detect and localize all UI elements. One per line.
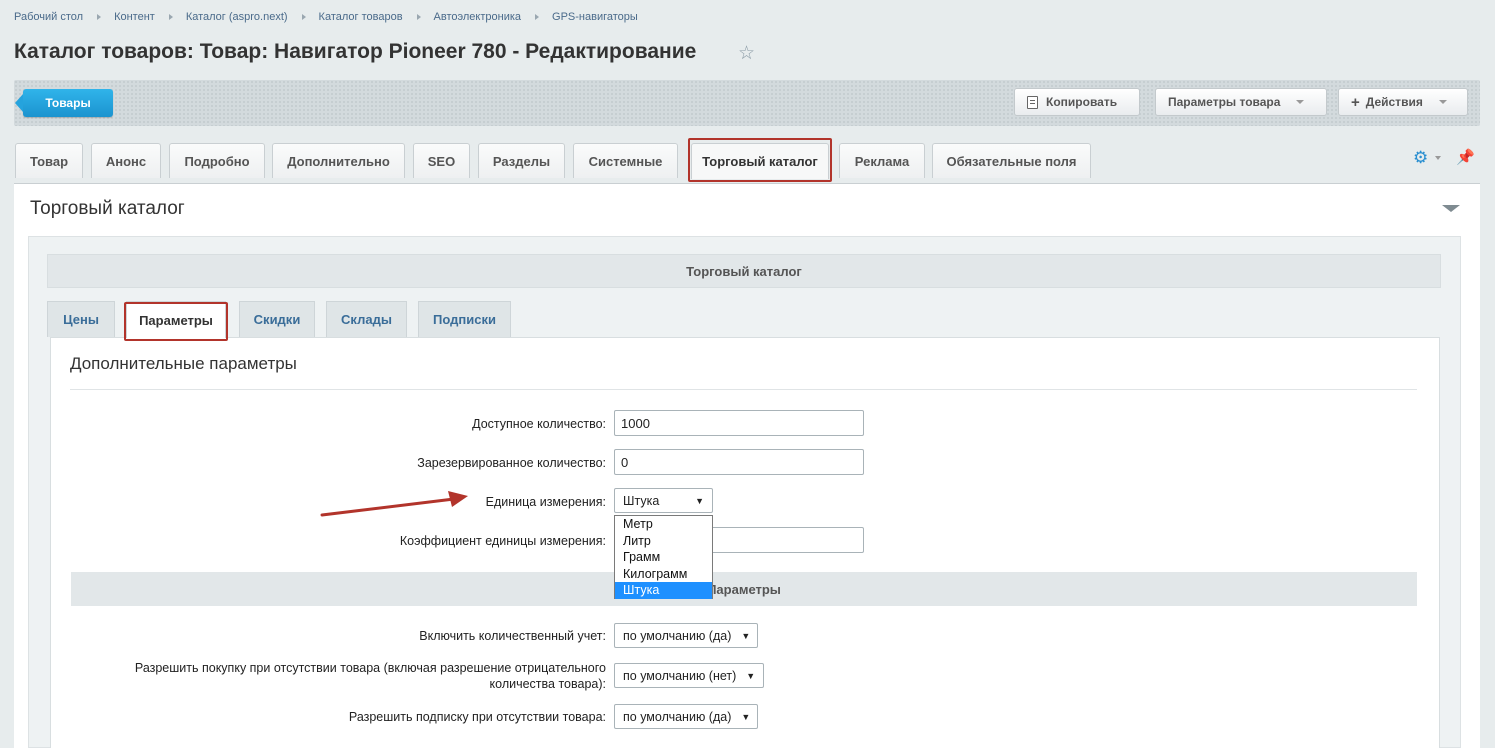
tab-announce[interactable]: Анонс — [91, 143, 161, 178]
breadcrumb-item[interactable]: Автоэлектроника — [434, 11, 521, 23]
unit-label: Единица измерения: — [485, 495, 606, 509]
annotation-arrow-icon — [320, 491, 468, 517]
chevron-down-icon — [1296, 100, 1305, 104]
panel-header: Торговый каталог — [47, 254, 1441, 288]
dropdown-arrow-icon: ▼ — [695, 495, 704, 506]
breadcrumb-item[interactable]: Каталог (aspro.next) — [186, 11, 288, 23]
actions-button[interactable]: + Действия — [1338, 88, 1468, 116]
dropdown-arrow-icon: ▼ — [741, 711, 751, 722]
subscribe-value: по умолчанию (да) — [623, 709, 732, 724]
subtab-stores[interactable]: Склады — [326, 301, 407, 337]
dropdown-option[interactable]: Литр — [615, 533, 712, 550]
breadcrumb-separator-icon — [168, 14, 173, 20]
reserved-qty-label: Зарезервированное количество: — [417, 456, 606, 470]
qty-trace-label: Включить количественный учет: — [419, 629, 606, 643]
dropdown-option-selected[interactable]: Штука — [615, 582, 712, 599]
product-params-label: Параметры товара — [1168, 95, 1281, 109]
unit-select[interactable]: Штука ▼ — [614, 488, 713, 513]
subscribe-label: Разрешить подписку при отсутствии товара… — [348, 710, 606, 724]
plus-icon: + — [1351, 93, 1360, 111]
tab-system[interactable]: Системные — [573, 143, 678, 178]
qty-trace-select[interactable]: по умолчанию (да) ▼ — [614, 623, 758, 648]
can-buy-zero-select[interactable]: по умолчанию (нет) ▼ — [614, 663, 764, 688]
star-icon[interactable]: ☆ — [738, 42, 755, 65]
dropdown-option[interactable]: Метр — [615, 516, 712, 533]
tab-additional[interactable]: Дополнительно — [272, 143, 405, 178]
sub-section-title: Дополнительные параметры — [70, 354, 297, 373]
annotation-arrow-head — [448, 491, 468, 507]
annotation-arrow-shaft — [320, 497, 456, 517]
tab-sections[interactable]: Разделы — [478, 143, 565, 178]
breadcrumb-item[interactable]: GPS-навигаторы — [552, 11, 638, 23]
dropdown-arrow-icon: ▼ — [741, 630, 751, 641]
reserved-qty-input[interactable]: 0 — [614, 449, 864, 475]
section-title: Торговый каталог — [30, 198, 185, 219]
subtab-prices[interactable]: Цены — [47, 301, 115, 337]
tab-details[interactable]: Подробно — [169, 143, 265, 178]
unit-coef-label: Коэффициент единицы измерения: — [399, 534, 606, 548]
tab-seo[interactable]: SEO — [413, 143, 470, 178]
tab-ads[interactable]: Реклама — [839, 143, 925, 178]
subtab-subscriptions[interactable]: Подписки — [418, 301, 511, 337]
can-buy-zero-value: по умолчанию (нет) — [623, 668, 737, 683]
subscribe-select[interactable]: по умолчанию (да) ▼ — [614, 704, 758, 729]
available-qty-input[interactable]: 1000 — [614, 410, 864, 436]
copy-label: Копировать — [1046, 95, 1118, 109]
breadcrumb-item[interactable]: Каталог товаров — [319, 11, 403, 23]
divider — [70, 389, 1417, 390]
can-buy-zero-label-line2: количества товара): — [489, 677, 606, 691]
unit-select-value: Штука — [623, 493, 660, 508]
params-section-header: Параметры — [71, 572, 1417, 606]
dropdown-option[interactable]: Килограмм — [615, 566, 712, 583]
pin-icon[interactable]: 📌 — [1456, 148, 1475, 166]
breadcrumb: Рабочий стол Контент Каталог (aspro.next… — [14, 11, 638, 23]
breadcrumb-separator-icon — [97, 14, 102, 20]
tab-product[interactable]: Товар — [15, 143, 83, 178]
unit-dropdown-list: Метр Литр Грамм Килограмм Штука — [614, 515, 713, 599]
subtab-highlight-frame — [124, 302, 228, 341]
collapse-icon[interactable] — [1442, 205, 1460, 212]
tab-highlight-frame — [688, 138, 832, 182]
subtab-discounts[interactable]: Скидки — [239, 301, 315, 337]
breadcrumb-separator-icon — [416, 14, 421, 20]
available-qty-label: Доступное количество: — [472, 417, 606, 431]
chevron-down-icon — [1438, 100, 1447, 104]
dropdown-arrow-icon: ▼ — [746, 670, 756, 681]
dropdown-option[interactable]: Грамм — [615, 549, 712, 566]
page-title: Каталог товаров: Товар: Навигатор Pionee… — [14, 40, 697, 63]
gear-icon[interactable]: ⚙ — [1413, 148, 1428, 168]
qty-trace-value: по умолчанию (да) — [623, 628, 732, 643]
products-back-label: Товары — [45, 96, 91, 110]
copy-button[interactable]: Копировать — [1014, 88, 1140, 116]
tab-required-fields[interactable]: Обязательные поля — [932, 143, 1091, 178]
breadcrumb-separator-icon — [535, 14, 540, 20]
breadcrumb-separator-icon — [301, 14, 306, 20]
copy-icon — [1027, 95, 1038, 109]
can-buy-zero-label-line1: Разрешить покупку при отсутствии товара … — [134, 661, 606, 675]
actions-label: Действия — [1365, 95, 1423, 109]
breadcrumb-item[interactable]: Рабочий стол — [14, 11, 83, 23]
chevron-down-icon[interactable] — [1435, 156, 1441, 160]
products-back-button[interactable]: Товары — [15, 89, 113, 117]
breadcrumb-item[interactable]: Контент — [114, 11, 155, 23]
product-params-button[interactable]: Параметры товара — [1155, 88, 1327, 116]
